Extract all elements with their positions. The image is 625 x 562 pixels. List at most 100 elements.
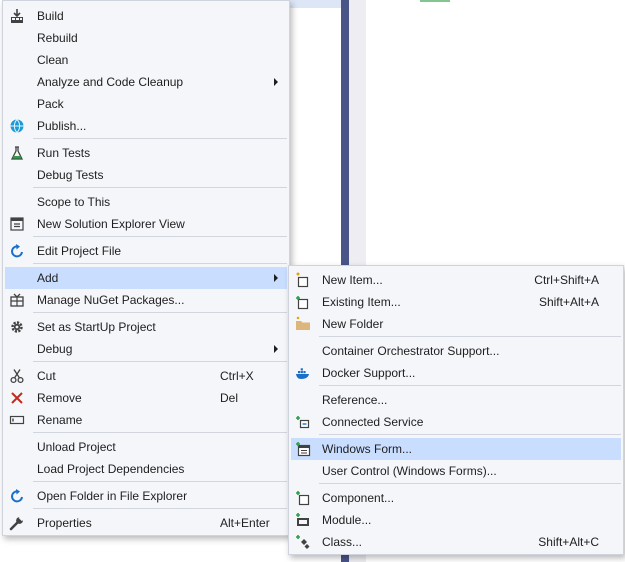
menu-item-label: Pack bbox=[37, 97, 64, 111]
gear-icon bbox=[9, 319, 25, 335]
menu-item-label: Run Tests bbox=[37, 146, 91, 160]
menu-item-clean[interactable]: Clean bbox=[5, 49, 287, 71]
menu-item-rename[interactable]: Rename bbox=[5, 409, 287, 431]
menu-item-open-folder[interactable]: Open Folder in File Explorer bbox=[5, 485, 287, 507]
menu-separator bbox=[33, 432, 287, 433]
menu-item-label: Debug Tests bbox=[37, 168, 104, 182]
menu-item-label: Rebuild bbox=[37, 31, 78, 45]
menu-item-label: User Control (Windows Forms)... bbox=[322, 464, 497, 478]
menu-item-build[interactable]: Build bbox=[5, 5, 287, 27]
shortcut-text: Del bbox=[220, 391, 239, 405]
red-x-icon bbox=[9, 390, 25, 406]
connected-service-icon bbox=[295, 414, 311, 430]
menu-item-label: Properties bbox=[37, 516, 92, 530]
shortcut-text: Ctrl+X bbox=[220, 369, 254, 383]
submenu-arrow-icon bbox=[274, 345, 278, 353]
menu-item-pack[interactable]: Pack bbox=[5, 93, 287, 115]
menu-item-label: Connected Service bbox=[322, 415, 424, 429]
menu-item-label: Rename bbox=[37, 413, 83, 427]
menu-separator bbox=[319, 483, 621, 484]
submenu-item-docker-support[interactable]: Docker Support... bbox=[291, 362, 621, 384]
menu-item-label: Open Folder in File Explorer bbox=[37, 489, 188, 503]
menu-item-manage-nuget[interactable]: Manage NuGet Packages... bbox=[5, 289, 287, 311]
menu-item-debug-tests[interactable]: Debug Tests bbox=[5, 164, 287, 186]
project-context-menu: Build Rebuild Clean Analyze and Code Cle… bbox=[2, 0, 290, 536]
component-icon bbox=[295, 490, 311, 506]
menu-separator bbox=[33, 508, 287, 509]
menu-item-edit-project-file[interactable]: Edit Project File bbox=[5, 240, 287, 262]
submenu-item-class[interactable]: Class... Shift+Alt+C bbox=[291, 531, 621, 553]
menu-item-new-solution-explorer-view[interactable]: New Solution Explorer View bbox=[5, 213, 287, 235]
shortcut-text: Shift+Alt+C bbox=[538, 535, 599, 549]
menu-item-label: New Solution Explorer View bbox=[37, 217, 185, 231]
menu-item-debug[interactable]: Debug bbox=[5, 338, 287, 360]
shortcut-text: Alt+Enter bbox=[220, 516, 270, 530]
code-fragment bbox=[420, 0, 450, 2]
menu-item-label: Manage NuGet Packages... bbox=[37, 293, 185, 307]
menu-item-rebuild[interactable]: Rebuild bbox=[5, 27, 287, 49]
submenu-item-component[interactable]: Component... bbox=[291, 487, 621, 509]
menu-item-label: Container Orchestrator Support... bbox=[322, 344, 500, 358]
submenu-item-windows-form[interactable]: Windows Form... bbox=[291, 438, 621, 460]
menu-item-remove[interactable]: Remove Del bbox=[5, 387, 287, 409]
menu-item-label: Analyze and Code Cleanup bbox=[37, 75, 184, 89]
submenu-item-reference[interactable]: Reference... bbox=[291, 389, 621, 411]
nuget-icon bbox=[9, 292, 25, 308]
menu-item-label: Debug bbox=[37, 342, 73, 356]
menu-item-label: Windows Form... bbox=[322, 442, 413, 456]
menu-separator bbox=[33, 138, 287, 139]
submenu-item-container-orchestrator[interactable]: Container Orchestrator Support... bbox=[291, 340, 621, 362]
menu-item-label: Clean bbox=[37, 53, 69, 67]
menu-item-label: Build bbox=[37, 9, 64, 23]
shortcut-text: Ctrl+Shift+A bbox=[534, 273, 599, 287]
menu-item-label: New Folder bbox=[322, 317, 384, 331]
scissors-icon bbox=[9, 368, 25, 384]
rename-icon bbox=[9, 412, 25, 428]
menu-item-load-dependencies[interactable]: Load Project Dependencies bbox=[5, 458, 287, 480]
menu-item-set-startup[interactable]: Set as StartUp Project bbox=[5, 316, 287, 338]
submenu-item-new-item[interactable]: New Item... Ctrl+Shift+A bbox=[291, 269, 621, 291]
menu-item-label: Unload Project bbox=[37, 440, 116, 454]
wrench-icon bbox=[9, 515, 25, 531]
menu-item-label: Edit Project File bbox=[37, 244, 122, 258]
menu-item-label: Remove bbox=[37, 391, 82, 405]
menu-item-properties[interactable]: Properties Alt+Enter bbox=[5, 512, 287, 534]
menu-item-label: Module... bbox=[322, 513, 372, 527]
build-icon bbox=[9, 8, 25, 24]
submenu-item-user-control[interactable]: User Control (Windows Forms)... bbox=[291, 460, 621, 482]
menu-item-label: Component... bbox=[322, 491, 395, 505]
submenu-item-module[interactable]: Module... bbox=[291, 509, 621, 531]
menu-item-label: Add bbox=[37, 271, 59, 285]
explorer-view-icon bbox=[9, 216, 25, 232]
submenu-item-existing-item[interactable]: Existing Item... Shift+Alt+A bbox=[291, 291, 621, 313]
menu-item-label: Load Project Dependencies bbox=[37, 462, 185, 476]
windows-form-icon bbox=[295, 441, 311, 457]
menu-item-cut[interactable]: Cut Ctrl+X bbox=[5, 365, 287, 387]
menu-item-publish[interactable]: Publish... bbox=[5, 115, 287, 137]
menu-item-label: Class... bbox=[322, 535, 363, 549]
menu-separator bbox=[33, 361, 287, 362]
menu-item-label: Set as StartUp Project bbox=[37, 320, 156, 334]
new-folder-icon bbox=[295, 316, 311, 332]
menu-item-analyze-cleanup[interactable]: Analyze and Code Cleanup bbox=[5, 71, 287, 93]
menu-separator bbox=[319, 434, 621, 435]
selected-node-strip bbox=[290, 0, 342, 8]
menu-separator bbox=[319, 336, 621, 337]
menu-separator bbox=[33, 187, 287, 188]
menu-item-unload-project[interactable]: Unload Project bbox=[5, 436, 287, 458]
submenu-item-new-folder[interactable]: New Folder bbox=[291, 313, 621, 335]
menu-separator bbox=[33, 263, 287, 264]
submenu-item-connected-service[interactable]: Connected Service bbox=[291, 411, 621, 433]
menu-item-scope-to-this[interactable]: Scope to This bbox=[5, 191, 287, 213]
submenu-arrow-icon bbox=[274, 78, 278, 86]
menu-item-label: Docker Support... bbox=[322, 366, 416, 380]
menu-item-label: Existing Item... bbox=[322, 295, 401, 309]
module-icon bbox=[295, 512, 311, 528]
menu-item-add[interactable]: Add bbox=[5, 267, 287, 289]
edit-arrow-icon bbox=[9, 243, 25, 259]
menu-separator bbox=[33, 236, 287, 237]
menu-item-label: New Item... bbox=[322, 273, 383, 287]
menu-item-label: Cut bbox=[37, 369, 56, 383]
new-item-icon bbox=[295, 272, 311, 288]
menu-item-run-tests[interactable]: Run Tests bbox=[5, 142, 287, 164]
